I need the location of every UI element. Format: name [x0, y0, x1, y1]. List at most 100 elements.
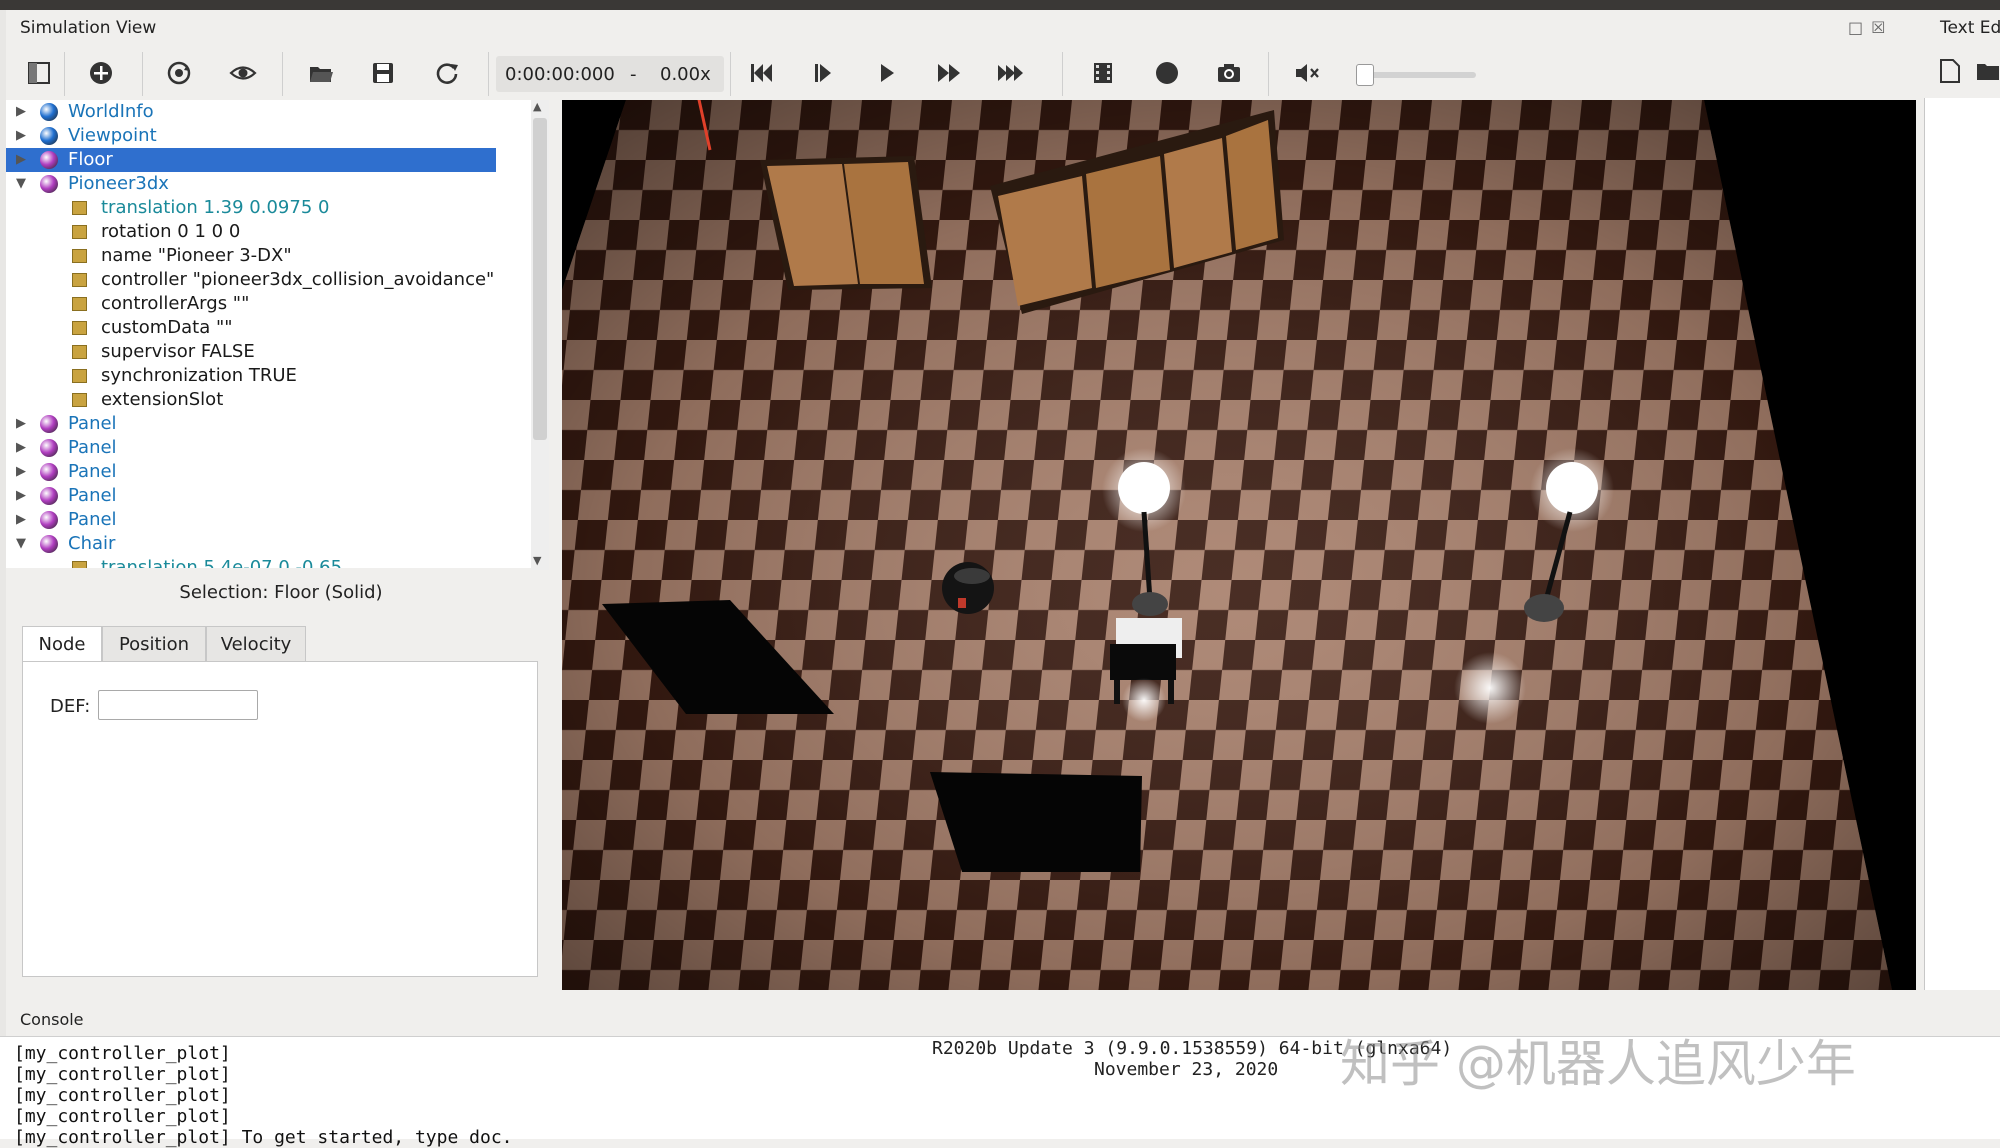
scene-tree-label: Panel: [68, 509, 117, 530]
pioneer-robot: [942, 562, 994, 614]
scene-tree-node[interactable]: ▼ Chair: [6, 532, 533, 556]
field-icon: [72, 273, 87, 287]
fast-forward-icon: [938, 64, 960, 82]
field-icon: [72, 369, 87, 383]
maximize-icon[interactable]: □: [1848, 18, 1871, 37]
close-icon[interactable]: ☒: [1871, 18, 1893, 37]
scene-tree-field[interactable]: translation 1.39 0.0975 0: [6, 196, 533, 220]
step-back-button[interactable]: [738, 44, 784, 102]
fast-button[interactable]: [926, 44, 972, 102]
mute-button[interactable]: [1284, 44, 1330, 102]
scene-tree-label: Panel: [68, 413, 117, 434]
reload-world-button[interactable]: [424, 44, 470, 102]
scene-tree-field[interactable]: rotation 0 1 0 0: [6, 220, 533, 244]
tab-position[interactable]: Position: [102, 626, 206, 662]
expand-arrow-down-icon[interactable]: ▼: [16, 172, 26, 196]
skip-back-icon: [751, 64, 772, 82]
matlab-version-date: November 23, 2020: [1094, 1059, 1279, 1080]
scene-tree-node[interactable]: ▶ Floor: [6, 148, 496, 172]
reset-view-button[interactable]: [156, 44, 202, 102]
node-sphere-icon: [40, 487, 58, 505]
save-world-button[interactable]: [360, 44, 406, 102]
node-sphere-icon: [40, 127, 58, 145]
scene-tree-label: customData "": [101, 317, 233, 338]
scene-tree-label: controller "pioneer3dx_collision_avoidan…: [101, 269, 495, 290]
run-button[interactable]: [864, 44, 910, 102]
reload-icon: [436, 63, 458, 84]
node-sphere-icon: [40, 415, 58, 433]
node-sphere-icon: [40, 103, 58, 121]
scene-tree-node[interactable]: ▼ Pioneer3dx: [6, 172, 533, 196]
scene-tree-label: name "Pioneer 3-DX": [101, 245, 292, 266]
scene-tree[interactable]: ▶ WorldInfo ▶ Viewpoint ▶ Floor ▼ Pioneer3dx tra…: [6, 100, 533, 568]
simulation-scene[interactable]: [562, 100, 1916, 990]
scene-tree-field[interactable]: controller "pioneer3dx_collision_avoidan…: [6, 268, 533, 292]
scene-tree-field[interactable]: synchronization TRUE: [6, 364, 533, 388]
toggle-scene-tree-button[interactable]: [16, 44, 62, 102]
scene-tree-node[interactable]: ▶ WorldInfo: [6, 100, 533, 124]
console-line: [my_controller_plot]: [14, 1043, 231, 1064]
scene-tree-field[interactable]: controllerArgs "": [6, 292, 533, 316]
panel-toggle-icon: [28, 62, 50, 84]
open-file-icon[interactable]: [1975, 58, 2000, 88]
light-spot: [1454, 652, 1526, 724]
scene-tree-field[interactable]: translation 5.4e-07 0 -0.65: [6, 556, 533, 568]
scene-tree-node[interactable]: ▶ Panel: [6, 508, 533, 532]
field-icon: [72, 249, 87, 263]
fastest-icon: [998, 65, 1023, 81]
scene-tree-field[interactable]: extensionSlot: [6, 388, 533, 412]
record-icon: [1156, 62, 1178, 84]
play-icon: [881, 64, 894, 82]
tab-node[interactable]: Node: [22, 626, 102, 664]
field-icon: [72, 561, 87, 568]
new-file-icon[interactable]: [1939, 58, 1961, 88]
console-line: [my_controller_plot]: [14, 1085, 231, 1106]
scroll-up-arrow-icon[interactable]: ▲: [533, 100, 541, 113]
volume-slider[interactable]: [1358, 72, 1476, 78]
def-input[interactable]: [98, 690, 258, 720]
screenshot-button[interactable]: [1206, 44, 1252, 102]
scene-tree-node[interactable]: ▶ Panel: [6, 436, 533, 460]
expand-arrow-right-icon[interactable]: ▶: [16, 460, 26, 484]
scene-tree-scroll-thumb[interactable]: [533, 118, 547, 440]
expand-arrow-right-icon[interactable]: ▶: [16, 124, 26, 148]
step-button[interactable]: [800, 44, 846, 102]
add-node-button[interactable]: [78, 44, 124, 102]
field-icon: [72, 393, 87, 407]
fastest-button[interactable]: [988, 44, 1034, 102]
expand-arrow-down-icon[interactable]: ▼: [16, 532, 26, 556]
title-strip: [0, 0, 2000, 10]
expand-arrow-right-icon[interactable]: ▶: [16, 508, 26, 532]
expand-arrow-right-icon[interactable]: ▶: [16, 412, 26, 436]
scene-tree-label: Floor: [68, 149, 113, 170]
expand-arrow-right-icon[interactable]: ▶: [16, 148, 26, 172]
toolbar: [0, 44, 1918, 102]
scene-tree-node[interactable]: ▶ Panel: [6, 412, 533, 436]
expand-arrow-right-icon[interactable]: ▶: [16, 484, 26, 508]
scene-tree-field[interactable]: name "Pioneer 3-DX": [6, 244, 533, 268]
scene-tree-node[interactable]: ▶ Panel: [6, 484, 533, 508]
expand-arrow-right-icon[interactable]: ▶: [16, 100, 26, 124]
field-icon: [72, 297, 87, 311]
scene-tree-node[interactable]: ▶ Viewpoint: [6, 124, 533, 148]
node-sphere-icon: [40, 175, 58, 193]
window-buttons[interactable]: □☒: [1848, 18, 1893, 37]
text-editor-panel[interactable]: [1924, 59, 2000, 990]
scroll-down-arrow-icon[interactable]: ▼: [533, 554, 541, 567]
scene-tree-field[interactable]: supervisor FALSE: [6, 340, 533, 364]
view-visibility-button[interactable]: [220, 44, 266, 102]
record-button[interactable]: [1144, 44, 1190, 102]
eye-icon: [229, 66, 257, 80]
tab-velocity[interactable]: Velocity: [206, 626, 306, 662]
scene-tree-field[interactable]: customData "": [6, 316, 533, 340]
record-movie-button[interactable]: [1080, 44, 1126, 102]
open-world-button[interactable]: [298, 44, 344, 102]
scene-tree-label: translation 1.39 0.0975 0: [101, 197, 330, 218]
expand-arrow-right-icon[interactable]: ▶: [16, 436, 26, 460]
scene-tree-label: WorldInfo: [68, 101, 154, 122]
scene-tree-node[interactable]: ▶ Panel: [6, 460, 533, 484]
volume-slider-handle[interactable]: [1356, 64, 1374, 86]
node-sphere-icon: [40, 151, 58, 169]
3d-view[interactable]: [562, 100, 1916, 990]
text-editor-title: Text Edi: [1940, 18, 2000, 38]
